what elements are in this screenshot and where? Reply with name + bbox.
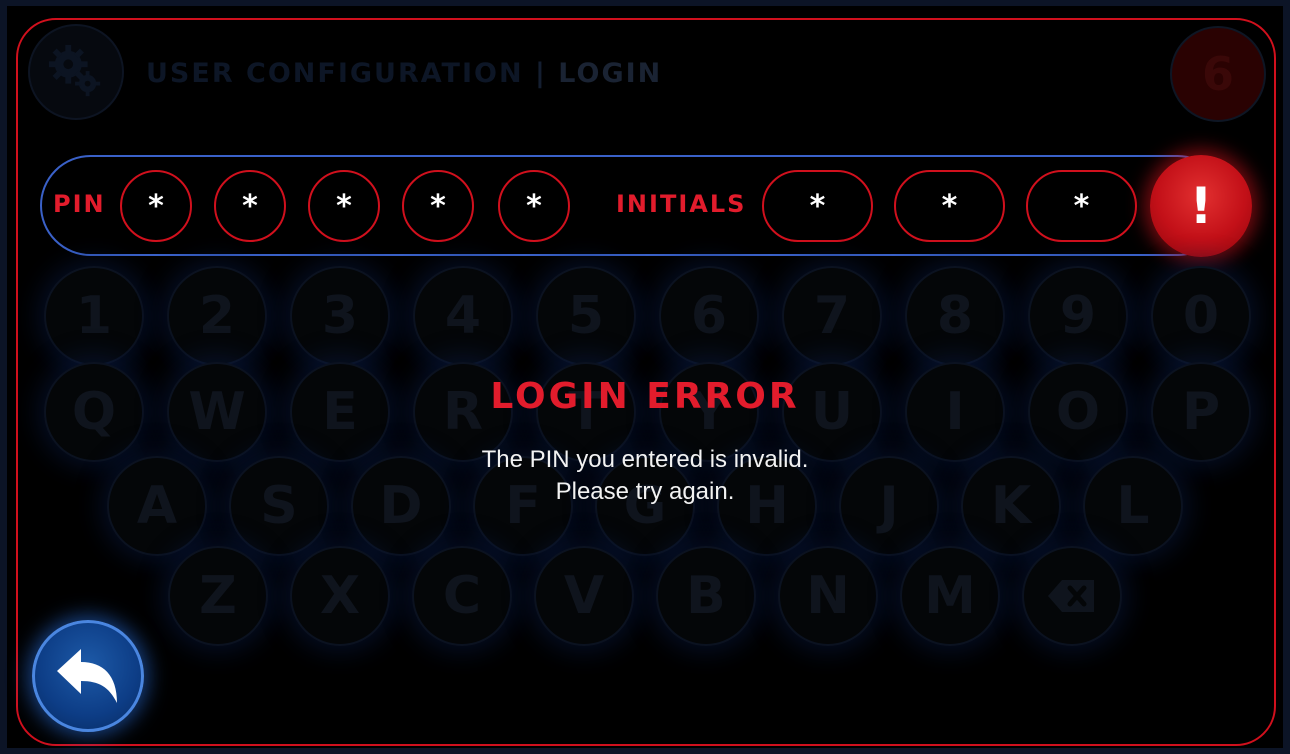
title-section: LOGIN: [558, 58, 663, 89]
key-1[interactable]: 1: [44, 266, 144, 366]
pin-slot-3[interactable]: *: [308, 170, 380, 242]
page-title: USER CONFIGURATION | LOGIN: [146, 58, 662, 89]
initials-slot-3[interactable]: *: [1026, 170, 1137, 242]
key-3[interactable]: 3: [290, 266, 390, 366]
dialog-message-line-1: The PIN you entered is invalid.: [481, 446, 809, 473]
back-arrow-icon: [57, 649, 117, 703]
title-main: USER CONFIGURATION: [146, 58, 524, 89]
key-2[interactable]: 2: [167, 266, 267, 366]
backspace-key[interactable]: [1022, 546, 1122, 646]
title-separator: |: [534, 58, 547, 89]
key-c[interactable]: C: [412, 546, 512, 646]
pin-label: PIN: [53, 190, 106, 218]
pin-slot-4[interactable]: *: [402, 170, 474, 242]
initials-slot-1[interactable]: *: [762, 170, 873, 242]
dialog-message-line-2: Please try again.: [555, 478, 735, 505]
count-badge[interactable]: 6: [1170, 26, 1266, 122]
key-z[interactable]: Z: [168, 546, 268, 646]
key-7[interactable]: 7: [782, 266, 882, 366]
pin-slot-2[interactable]: *: [214, 170, 286, 242]
key-4[interactable]: 4: [413, 266, 513, 366]
gear-icon: [48, 44, 101, 97]
key-5[interactable]: 5: [536, 266, 636, 366]
key-b[interactable]: B: [656, 546, 756, 646]
initials-label: INITIALS: [616, 190, 747, 218]
back-button[interactable]: [32, 620, 144, 732]
pin-slot-1[interactable]: *: [120, 170, 192, 242]
key-0[interactable]: 0: [1151, 266, 1251, 366]
settings-button[interactable]: [28, 24, 124, 120]
key-9[interactable]: 9: [1028, 266, 1128, 366]
key-n[interactable]: N: [778, 546, 878, 646]
pin-slot-5[interactable]: *: [498, 170, 570, 242]
exclamation-icon: !: [1189, 177, 1213, 235]
dialog-title: LOGIN ERROR: [490, 376, 800, 417]
key-x[interactable]: X: [290, 546, 390, 646]
dialog-message: The PIN you entered is invalid. Please t…: [0, 444, 1290, 508]
key-v[interactable]: V: [534, 546, 634, 646]
key-6[interactable]: 6: [659, 266, 759, 366]
key-8[interactable]: 8: [905, 266, 1005, 366]
key-m[interactable]: M: [900, 546, 1000, 646]
initials-slot-2[interactable]: *: [894, 170, 1005, 242]
alert-button[interactable]: !: [1150, 155, 1252, 257]
backspace-icon: [1048, 580, 1094, 612]
